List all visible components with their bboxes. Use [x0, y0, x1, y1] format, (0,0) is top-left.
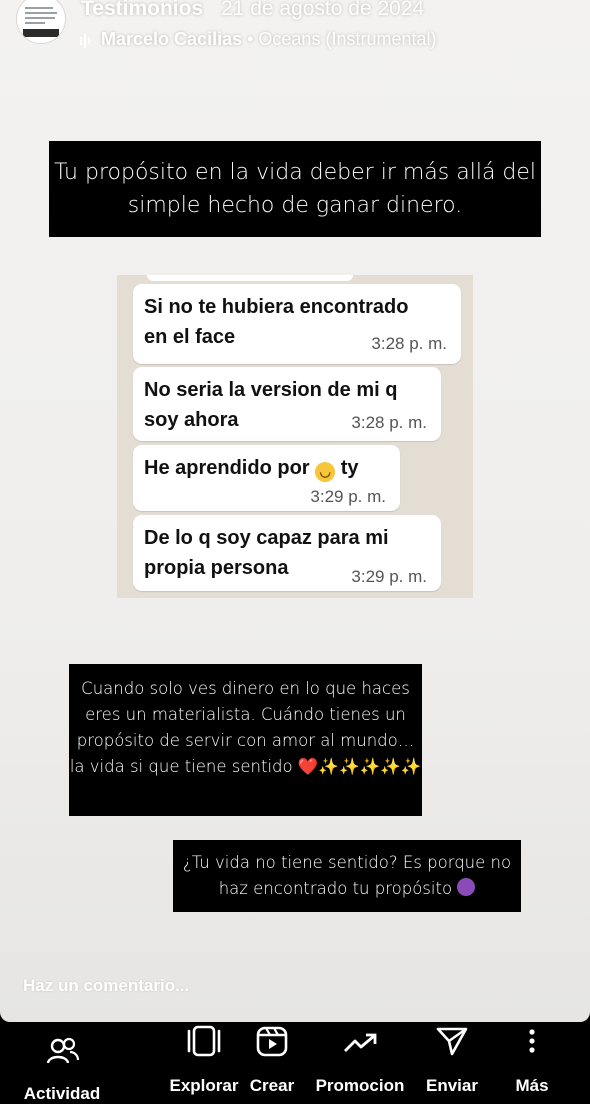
- bottom-nav-bar: Actividad Explorar Crear Promocion Envia…: [0, 1022, 590, 1103]
- chat-message-line: De lo q soy capaz para mi: [144, 527, 389, 549]
- story-title[interactable]: Testimonios: [81, 0, 203, 21]
- chat-message-line: He aprendido por: [144, 457, 310, 479]
- music-artist: Marcelo Cacilias: [101, 29, 243, 49]
- nav-explore[interactable]: Explorar: [164, 1022, 244, 1097]
- chat-message-line: Si no te hubiera encontrado: [144, 296, 409, 318]
- heart-sparkles-emoji: ❤️✨✨✨✨✨: [297, 757, 422, 776]
- chat-message: Si no te hubiera encontrado en el face: [144, 292, 408, 352]
- more-dots-icon: [529, 1029, 535, 1053]
- chat-message-line: ty: [340, 457, 359, 479]
- smiley-emoji-icon: ◡: [315, 462, 336, 482]
- chat-screenshot: Si no te hubiera encontrado en el face 3…: [117, 275, 473, 598]
- chat-message-line: soy ahora: [144, 409, 239, 431]
- quote-box-middle: Cuando solo ves dinero en lo que haces e…: [69, 664, 422, 816]
- chat-message-line: en el face: [144, 326, 236, 348]
- nav-send-label: Enviar: [426, 1076, 478, 1095]
- chat-timestamp: 3:29 p. m.: [310, 487, 386, 506]
- chat-bubble: Si no te hubiera encontrado en el face 3…: [133, 284, 461, 364]
- partial-bubble: [147, 275, 353, 281]
- nav-activity[interactable]: Actividad: [14, 1022, 110, 1103]
- nav-promote[interactable]: Promocion: [310, 1022, 410, 1097]
- chat-bubble: He aprendido por ◡ ty 3:29 p. m.: [133, 445, 400, 511]
- nav-send[interactable]: Enviar: [418, 1022, 486, 1097]
- nav-more-label: Más: [515, 1076, 549, 1095]
- chat-timestamp: 3:28 p. m.: [371, 334, 447, 353]
- nav-create-label: Crear: [249, 1076, 295, 1095]
- nav-create[interactable]: Crear: [244, 1022, 300, 1097]
- nav-more[interactable]: Más: [504, 1022, 560, 1097]
- nav-promote-label: Promocion: [315, 1076, 405, 1095]
- chat-bubble: No seria la version de mi q soy ahora 3:…: [133, 367, 441, 441]
- chat-timestamp: 3:29 p. m.: [351, 567, 427, 586]
- chat-message-line: No seria la version de mi q: [144, 379, 398, 401]
- quote-box-bottom: ¿Tu vida no tiene sentido? Es porque no …: [173, 840, 521, 912]
- activity-people-icon: [46, 1037, 80, 1064]
- chat-bubble: De lo q soy capaz para mi propia persona…: [133, 515, 441, 591]
- story-view[interactable]: Testimonios 21 de agosto de 2024 Marcelo…: [0, 0, 590, 1022]
- music-attribution[interactable]: Marcelo Cacilias • Oceans (Instrumental): [80, 29, 436, 51]
- profile-avatar[interactable]: [16, 0, 66, 44]
- chat-message-line: propia persona: [144, 557, 289, 579]
- quote-box-top: Tu propósito en la vida deber ir más all…: [49, 141, 541, 237]
- shrug-emoji-icon: [457, 878, 476, 896]
- explore-cards-icon: [187, 1025, 221, 1057]
- quote-top-text: Tu propósito en la vida deber ir más all…: [53, 160, 537, 218]
- comment-input[interactable]: Haz un comentario...: [23, 976, 189, 996]
- chat-message: He aprendido por ◡ ty: [144, 453, 359, 483]
- music-track: • Oceans (Instrumental): [247, 29, 437, 49]
- create-reel-icon: [256, 1026, 288, 1057]
- chat-timestamp: 3:28 p. m.: [351, 413, 427, 432]
- story-date: 21 de agosto de 2024: [221, 0, 425, 20]
- nav-explore-label: Explorar: [169, 1076, 239, 1095]
- nav-activity-label: Actividad: [23, 1084, 101, 1103]
- send-paperplane-icon: [436, 1027, 468, 1056]
- music-bars-icon: [80, 30, 96, 51]
- promote-trend-icon: [344, 1033, 377, 1052]
